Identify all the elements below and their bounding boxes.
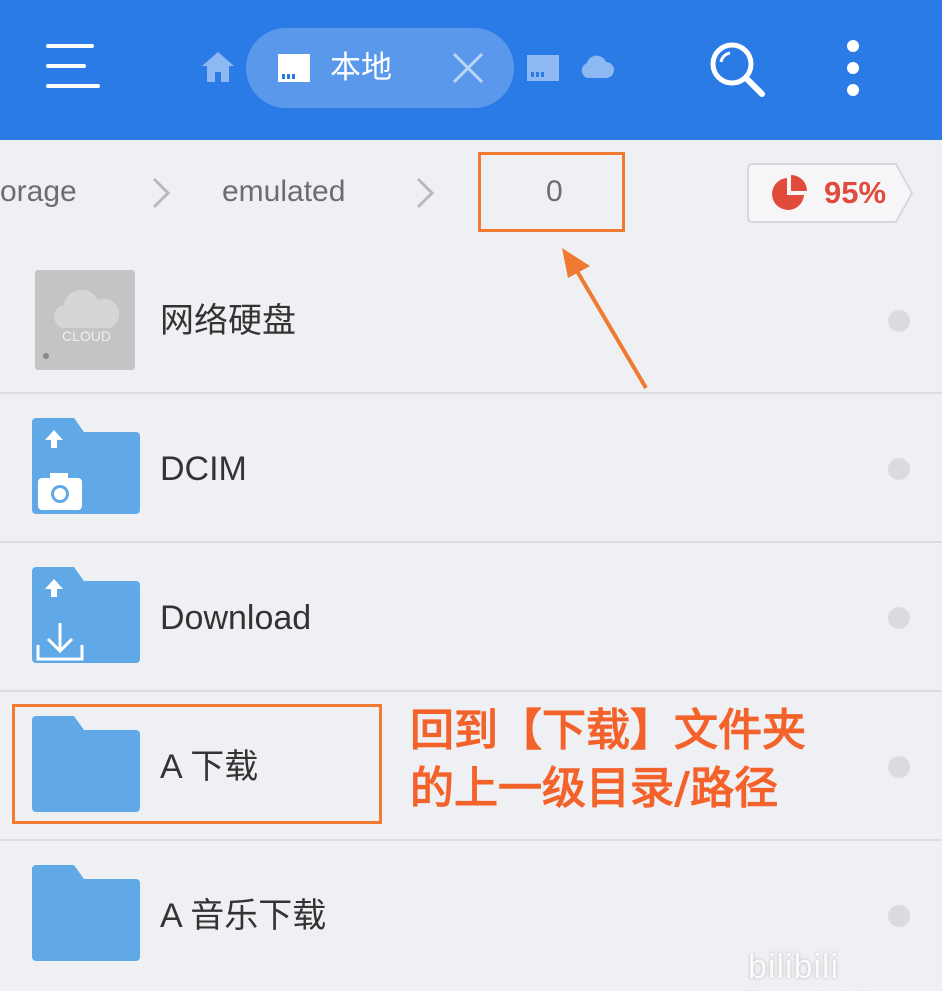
dot (847, 62, 859, 74)
sd-card-icon (278, 54, 310, 82)
annotation-line-1: 回到【下载】文件夹 (410, 705, 806, 756)
app-bar: 本地 (0, 0, 942, 140)
folder-icon (32, 865, 140, 961)
list-item-dcim[interactable]: DCIM (0, 394, 942, 543)
breadcrumb: orage emulated 0 95% (0, 140, 942, 246)
file-list: CLOUD 网络硬盘 DCIM Download A 下载 A 音乐下载 (0, 246, 942, 990)
storage-usage-badge[interactable]: 95% (746, 162, 914, 224)
tab-local-label: 本地 (330, 50, 392, 86)
file-name: Download (160, 599, 312, 637)
close-icon[interactable] (450, 50, 486, 86)
select-indicator[interactable] (888, 607, 910, 629)
annotation-highlight-box (12, 704, 382, 824)
menu-icon-line (46, 64, 86, 68)
download-folder-icon (32, 567, 140, 663)
chevron-right-icon (416, 177, 435, 209)
chevron-right-icon (152, 177, 171, 209)
dot (847, 40, 859, 52)
menu-icon-line (46, 84, 100, 88)
select-indicator[interactable] (888, 458, 910, 480)
tab-local[interactable]: 本地 (246, 28, 514, 108)
list-item-download[interactable]: Download (0, 543, 942, 692)
pie-chart-icon (772, 175, 807, 210)
menu-button[interactable] (40, 40, 106, 94)
menu-icon-line (46, 44, 94, 48)
home-icon[interactable] (200, 50, 236, 84)
annotation-text: 回到【下载】文件夹 的上一级目录/路径 (410, 702, 870, 818)
breadcrumb-item-emulated[interactable]: emulated (222, 170, 345, 214)
watermark: bilibili lxxp127 (748, 948, 871, 991)
file-name: A 音乐下载 (160, 897, 327, 935)
more-options-button[interactable] (838, 38, 868, 100)
breadcrumb-item-storage[interactable]: orage (0, 170, 77, 214)
camera-folder-icon (32, 418, 140, 514)
file-name: DCIM (160, 450, 247, 488)
cloud-drive-icon (35, 270, 135, 370)
list-item-cloud-drive[interactable]: CLOUD 网络硬盘 (0, 246, 942, 394)
cloud-icon-label: CLOUD (62, 328, 112, 344)
cloud-tab-icon[interactable] (578, 54, 614, 80)
file-name: 网络硬盘 (160, 302, 296, 340)
select-indicator[interactable] (888, 905, 910, 927)
annotation-line-2: 的上一级目录/路径 (410, 763, 779, 814)
sd-card-tab-icon[interactable] (526, 54, 560, 82)
search-icon[interactable] (706, 38, 768, 100)
select-indicator[interactable] (888, 756, 910, 778)
dot (847, 84, 859, 96)
annotation-highlight-box (478, 152, 625, 232)
select-indicator[interactable] (888, 310, 910, 332)
storage-percent: 95% (824, 175, 887, 210)
